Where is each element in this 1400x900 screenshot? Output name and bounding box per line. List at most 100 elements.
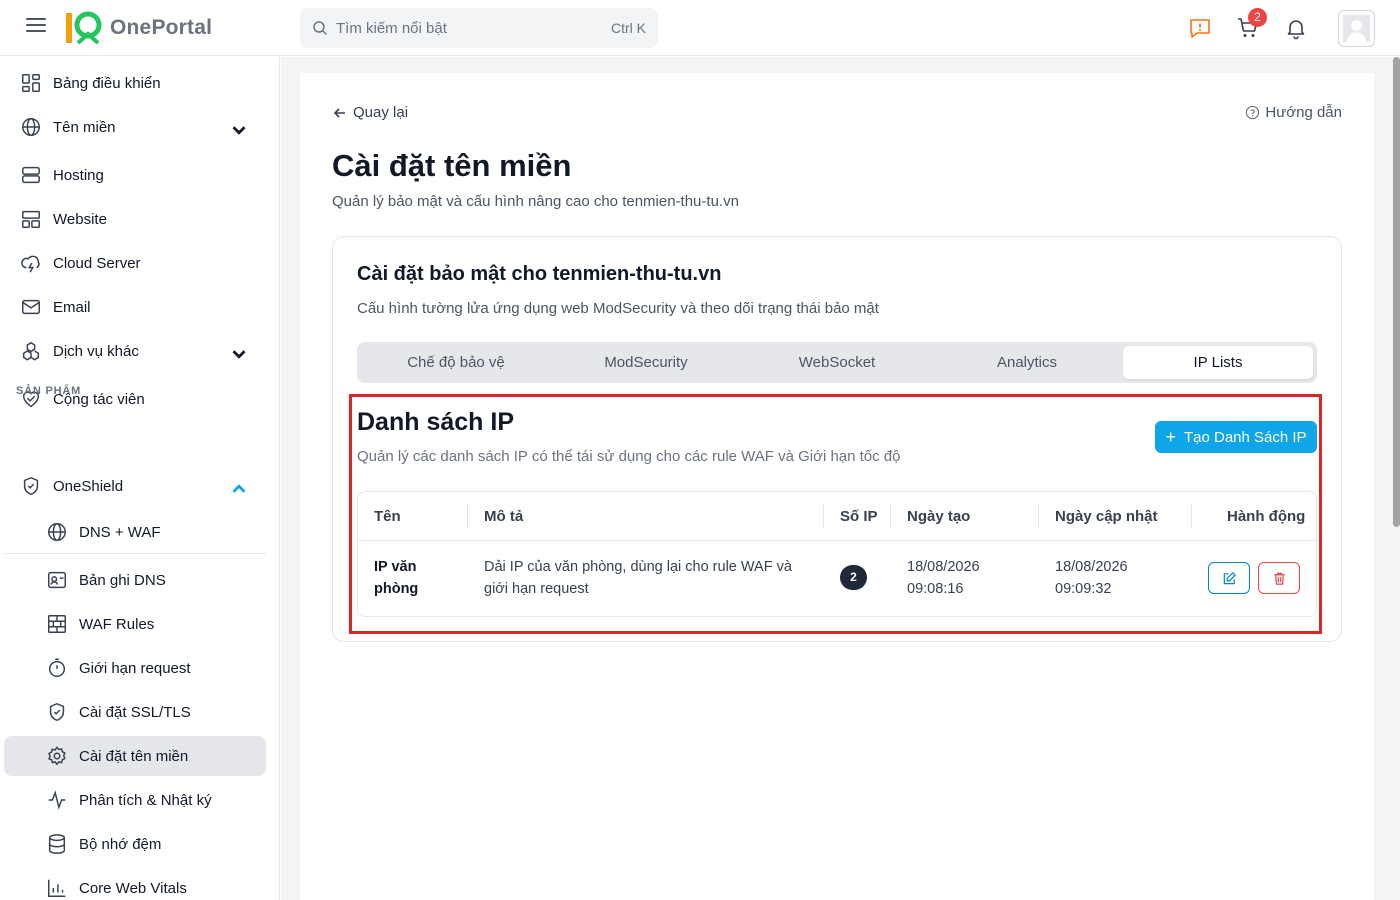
globe-icon: [22, 118, 40, 136]
sidebar-item-label: Cài đặt tên miền: [79, 747, 189, 765]
sidebar-item-hosting[interactable]: Hosting: [4, 155, 266, 195]
sidebar-item-domains[interactable]: Tên miền: [4, 107, 266, 147]
tab-websocket[interactable]: WebSocket: [742, 346, 932, 379]
chevron-down-icon: [232, 350, 246, 359]
sidebar-divider: [4, 553, 266, 554]
sidebar-item-domain-settings[interactable]: Cài đặt tên miền: [4, 736, 266, 776]
shield-check-icon: [23, 476, 39, 496]
cell-updated-time: 09:09:32: [1055, 581, 1112, 597]
sidebar-section-label: SẢN PHẨM: [16, 385, 82, 397]
column-divider: [823, 504, 824, 528]
cell-description-line: giới hạn request: [484, 581, 589, 597]
back-link[interactable]: Quay lại: [333, 104, 408, 121]
chevron-up-icon: [232, 484, 246, 493]
sidebar-item-label: OneShield: [53, 477, 124, 495]
guide-link[interactable]: Hướng dẫn: [1245, 104, 1342, 121]
search-input[interactable]: [336, 19, 611, 37]
search-shortcut: Ctrl K: [611, 20, 646, 36]
edit-icon: [1223, 571, 1236, 584]
delete-button[interactable]: [1258, 562, 1300, 594]
sidebar-item-ssl-tls[interactable]: Cài đặt SSL/TLS: [4, 692, 266, 732]
cell-created: 18/08/2026 09:08:16: [907, 556, 980, 600]
sidebar-item-cloud-server[interactable]: Cloud Server: [4, 243, 266, 283]
cell-name-line: phòng: [374, 581, 419, 597]
guide-label: Hướng dẫn: [1265, 104, 1342, 121]
user-icon: [1343, 15, 1370, 42]
trash-icon: [1273, 572, 1285, 585]
sidebar-item-dns-waf[interactable]: DNS + WAF: [4, 512, 266, 552]
sidebar-item-rate-limit[interactable]: Giới hạn request: [4, 648, 266, 688]
cloud-lightning-icon: [21, 255, 40, 273]
tab-analytics[interactable]: Analytics: [932, 346, 1122, 379]
sidebar-item-label: Email: [53, 298, 91, 316]
card-subtitle: Cấu hình tường lửa ứng dụng web ModSecur…: [357, 300, 879, 317]
mail-icon: [22, 299, 40, 315]
sidebar-item-other-services[interactable]: Dịch vụ khác: [4, 331, 266, 371]
sidebar-item-label: Core Web Vitals: [79, 879, 187, 897]
boxes-icon: [22, 341, 40, 361]
cell-description-line: Dải IP của văn phòng, dùng lại cho rule …: [484, 559, 792, 575]
sidebar-item-oneshield[interactable]: OneShield: [4, 466, 266, 506]
dashboard-icon: [22, 74, 40, 92]
sidebar-item-label: Tên miền: [53, 118, 116, 136]
ip-count-badge: 2: [840, 565, 867, 590]
sidebar-item-core-web-vitals[interactable]: Core Web Vitals: [4, 868, 266, 900]
scrollbar[interactable]: [1393, 57, 1400, 527]
sidebar-item-label: Bản ghi DNS: [79, 571, 166, 589]
column-header-name: Tên: [374, 508, 401, 525]
page-title: Cài đặt tên miền: [332, 148, 572, 183]
sidebar-item-label: Website: [53, 210, 107, 228]
cell-name: IP văn phòng: [374, 556, 418, 600]
cell-description: Dải IP của văn phòng, dùng lại cho rule …: [484, 556, 792, 600]
sidebar-item-label: Phân tích & Nhật ký: [79, 791, 212, 809]
sidebar-item-label: Giới hạn request: [79, 659, 191, 677]
column-header-actions: Hành động: [1227, 508, 1306, 525]
column-header-ip-count: Số IP: [840, 508, 878, 525]
page-subtitle: Quản lý bảo mật và cấu hình nâng cao cho…: [332, 193, 739, 210]
search-box[interactable]: Ctrl K: [300, 8, 658, 48]
sidebar-item-dashboard[interactable]: Bảng điều khiển: [4, 63, 266, 103]
column-divider: [1038, 504, 1039, 528]
column-divider: [1191, 504, 1192, 528]
tab-ip-lists[interactable]: IP Lists: [1123, 346, 1313, 379]
menu-icon[interactable]: [26, 18, 46, 38]
create-ip-list-button[interactable]: + Tạo Danh Sách IP: [1155, 421, 1317, 453]
column-header-updated: Ngày cập nhật: [1055, 508, 1158, 525]
cell-name-line: IP văn: [374, 559, 417, 575]
column-header-created: Ngày tạo: [907, 508, 971, 525]
server-icon: [22, 166, 40, 184]
sidebar-item-waf-rules[interactable]: WAF Rules: [4, 604, 266, 644]
avatar[interactable]: [1338, 10, 1375, 47]
column-divider: [467, 504, 468, 528]
sidebar-item-website[interactable]: Website: [4, 199, 266, 239]
sidebar-item-label: Bảng điều khiển: [53, 74, 161, 92]
plus-icon: +: [1165, 427, 1176, 447]
id-card-icon: [48, 571, 66, 589]
layout-icon: [22, 210, 40, 228]
tab-protection-mode[interactable]: Chế độ bảo vệ: [361, 346, 551, 379]
feedback-icon[interactable]: [1188, 16, 1212, 40]
sidebar-item-cache[interactable]: Bộ nhớ đệm: [4, 824, 266, 864]
arrow-left-icon: [333, 107, 345, 118]
column-header-description: Mô tả: [484, 508, 524, 525]
tab-bar: Chế độ bảo vệ ModSecurity WebSocket Anal…: [357, 342, 1317, 383]
bell-icon[interactable]: [1284, 16, 1308, 40]
tab-modsecurity[interactable]: ModSecurity: [551, 346, 741, 379]
header-row-divider: [358, 540, 1316, 541]
sidebar-item-analytics-logs[interactable]: Phân tích & Nhật ký: [4, 780, 266, 820]
globe-icon: [48, 523, 66, 541]
sidebar-item-label: DNS + WAF: [79, 523, 161, 541]
search-icon: [313, 21, 328, 36]
brand-logo[interactable]: OnePortal: [64, 10, 212, 46]
help-circle-icon: [1246, 105, 1260, 120]
sidebar-item-label: Dịch vụ khác: [53, 342, 139, 360]
cell-updated-date: 18/08/2026: [1055, 559, 1128, 575]
sidebar-item-email[interactable]: Email: [4, 287, 266, 327]
ip-lists-subtitle: Quản lý các danh sách IP có thể tái sử d…: [357, 448, 901, 465]
activity-icon: [48, 790, 66, 810]
gear-icon: [48, 746, 66, 766]
timer-icon: [48, 658, 66, 677]
edit-button[interactable]: [1208, 562, 1250, 594]
ip-lists-title: Danh sách IP: [357, 408, 514, 436]
sidebar-item-dns-records[interactable]: Bản ghi DNS: [4, 560, 266, 600]
